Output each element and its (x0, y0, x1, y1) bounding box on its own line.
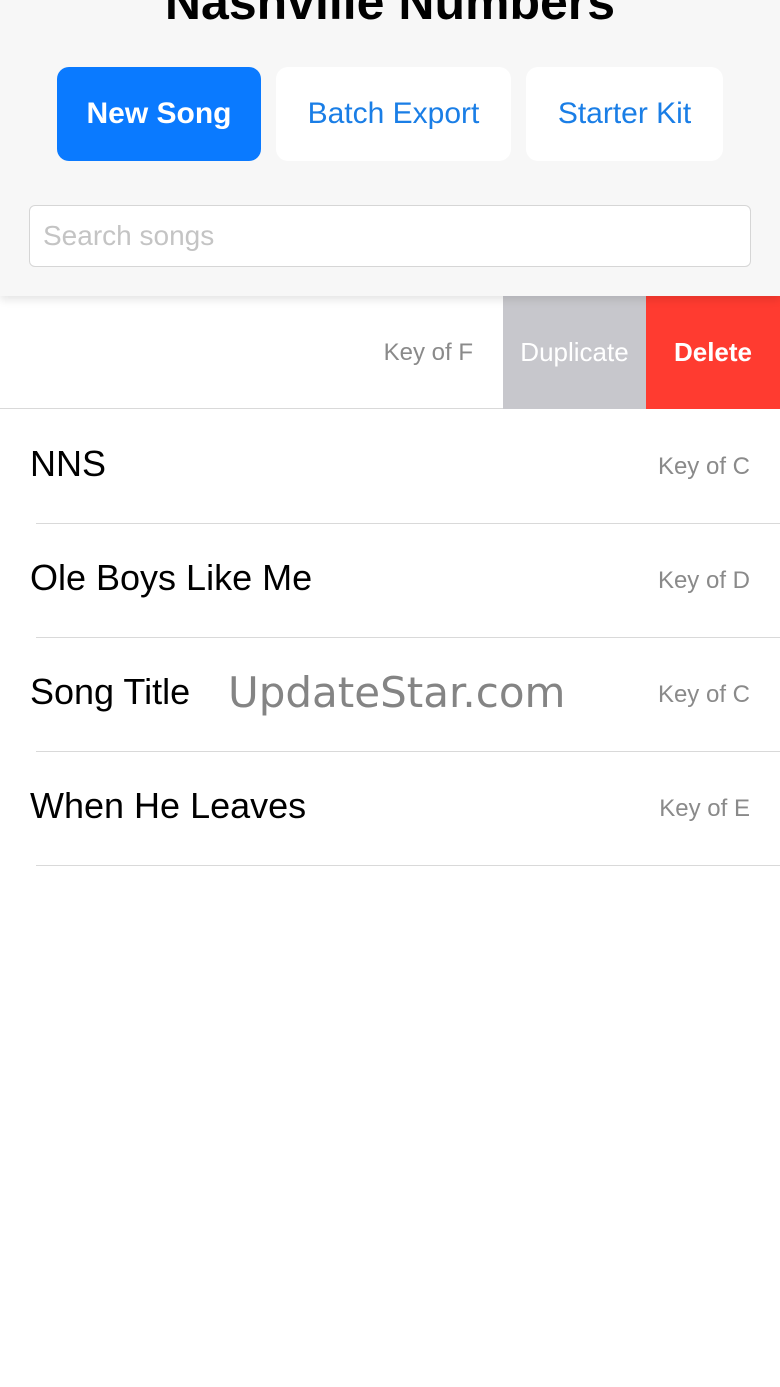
song-row[interactable]: Song Title Key of C (0, 638, 780, 752)
song-title: NNS (30, 443, 107, 484)
song-key: Key of F (383, 339, 473, 366)
batch-export-button[interactable]: Batch Export (276, 67, 511, 161)
search-input[interactable] (29, 205, 751, 267)
swiped-song-row[interactable]: Key of F Duplicate Delete (0, 296, 780, 409)
header: Nashville Numbers New Song Batch Export … (0, 0, 780, 296)
song-key: Key of E (659, 795, 750, 822)
song-title: Ole Boys Like Me (30, 557, 313, 598)
delete-button[interactable]: Delete (646, 296, 780, 409)
song-key: Key of C (657, 681, 750, 708)
song-title: When He Leaves (30, 785, 307, 826)
song-key: Key of C (657, 453, 750, 480)
song-list: NNS Key of C Ole Boys Like Me Key of D S… (0, 410, 780, 866)
song-key: Key of D (657, 567, 750, 594)
starter-kit-button[interactable]: Starter Kit (526, 67, 723, 161)
duplicate-button[interactable]: Duplicate (503, 296, 646, 409)
app-screen: Nashville Numbers New Song Batch Export … (0, 0, 780, 1387)
app-title: Nashville Numbers (164, 0, 616, 30)
new-song-button[interactable]: New Song (57, 67, 261, 161)
song-row[interactable]: Ole Boys Like Me Key of D (0, 524, 780, 638)
song-title: Song Title (30, 671, 191, 712)
song-row[interactable]: NNS Key of C (0, 410, 780, 524)
song-row[interactable]: When He Leaves Key of E (0, 752, 780, 866)
